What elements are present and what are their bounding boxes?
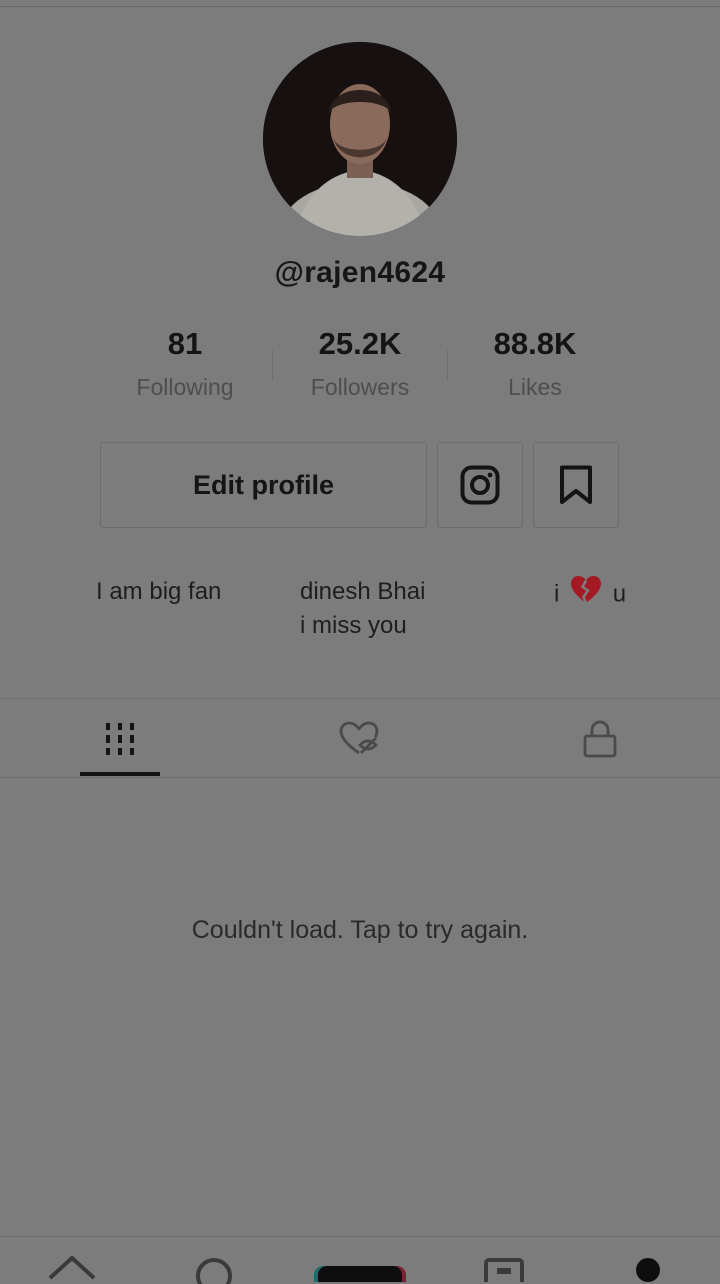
inbox-icon	[484, 1258, 524, 1282]
search-icon	[196, 1258, 232, 1284]
profile-photo	[263, 42, 457, 236]
bio-text-2: dinesh Bhai i miss you	[300, 575, 425, 643]
stat-divider	[272, 350, 273, 380]
liked-hidden-icon	[339, 721, 379, 755]
tab-private[interactable]	[560, 706, 640, 772]
bio-prefix: i	[554, 580, 560, 608]
instagram-icon	[460, 465, 500, 505]
avatar[interactable]	[263, 42, 457, 236]
followers-count: 25.2K	[318, 326, 402, 361]
bio-suffix: u	[612, 580, 627, 608]
stat-likes[interactable]: 88.8K Likes	[450, 326, 620, 401]
edit-profile-label: Edit profile	[193, 469, 334, 500]
tab-videos[interactable]	[80, 706, 160, 772]
bookmark-icon	[560, 465, 592, 504]
bio-text-1: I am big fan	[96, 578, 222, 605]
following-label: Following	[136, 374, 234, 400]
bookmark-button[interactable]	[533, 442, 619, 528]
create-icon	[314, 1266, 406, 1282]
instagram-button[interactable]	[437, 442, 523, 528]
username: @rajen4624	[274, 256, 446, 289]
bottom-nav-divider	[0, 1236, 720, 1237]
broken-heart-emoji	[570, 575, 602, 615]
nav-home[interactable]	[44, 1248, 100, 1284]
likes-count: 88.8K	[493, 326, 577, 361]
bio-text-3: i u	[554, 575, 626, 615]
active-tab-indicator	[80, 772, 160, 776]
edit-profile-button[interactable]: Edit profile	[100, 442, 427, 528]
stat-followers[interactable]: 25.2K Followers	[275, 326, 445, 401]
profile-icon	[636, 1258, 660, 1282]
lock-icon	[583, 720, 617, 758]
tabs-divider	[0, 698, 720, 699]
stat-following[interactable]: 81 Following	[100, 326, 270, 401]
stat-divider	[447, 350, 448, 380]
nav-profile[interactable]	[630, 1248, 670, 1282]
tab-liked[interactable]	[320, 706, 400, 772]
home-icon	[48, 1256, 96, 1280]
nav-create[interactable]	[314, 1248, 406, 1282]
followers-label: Followers	[310, 374, 410, 400]
bio-line: i miss you	[300, 612, 407, 639]
nav-inbox[interactable]	[480, 1248, 528, 1282]
top-divider	[0, 6, 720, 7]
grid-icon	[106, 723, 134, 755]
bio-line: dinesh Bhai	[300, 578, 426, 605]
nav-search[interactable]	[188, 1248, 240, 1284]
following-count: 81	[167, 326, 203, 361]
tabs-bottom-divider	[0, 777, 720, 778]
load-error-message[interactable]: Couldn't load. Tap to try again.	[0, 916, 720, 945]
likes-label: Likes	[508, 374, 562, 400]
